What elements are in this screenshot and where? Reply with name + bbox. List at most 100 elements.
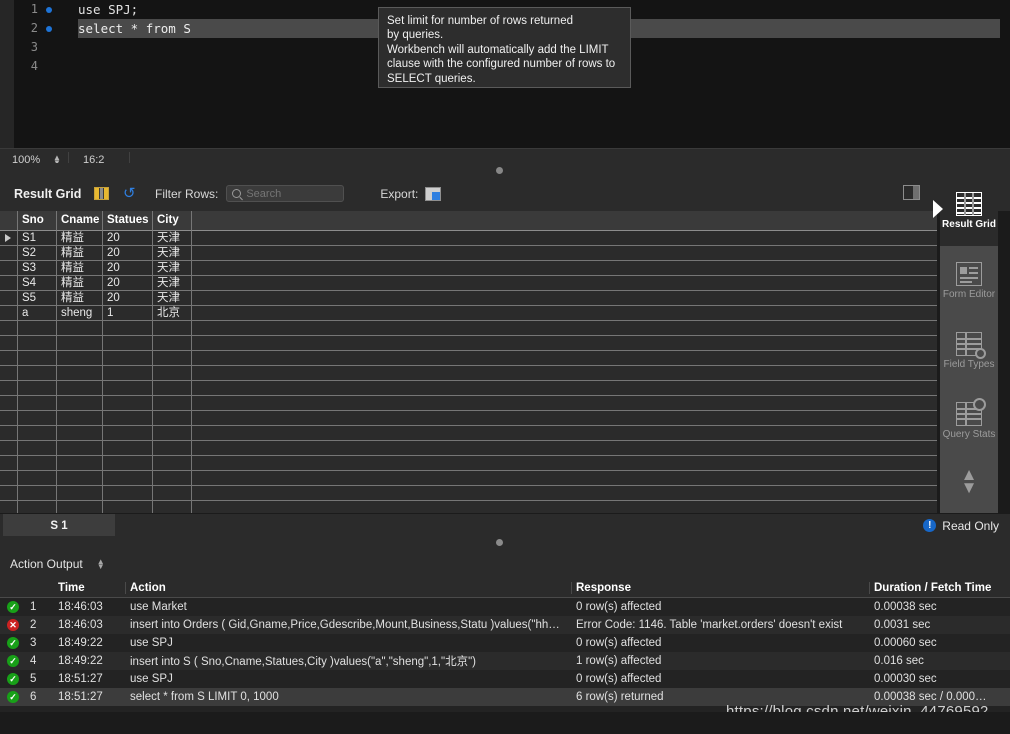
table-row-empty[interactable] xyxy=(0,501,937,513)
result-side-panel[interactable]: Result Grid Form Editor Field Types Quer… xyxy=(940,176,998,513)
cell-empty[interactable] xyxy=(153,501,192,513)
cell-city[interactable]: 天津 xyxy=(153,231,192,246)
row-marker-empty[interactable] xyxy=(0,381,18,396)
table-row-empty[interactable] xyxy=(0,471,937,486)
cell-empty[interactable] xyxy=(18,471,57,486)
export-recordset-icon[interactable] xyxy=(425,186,442,201)
cell-empty[interactable] xyxy=(18,336,57,351)
table-row[interactable]: S4 精益 20 天津 xyxy=(0,276,937,291)
filter-search-box[interactable] xyxy=(226,185,345,202)
row-marker-empty[interactable] xyxy=(0,471,18,486)
cell-empty[interactable] xyxy=(18,381,57,396)
cell-empty[interactable] xyxy=(18,411,57,426)
column-header-duration[interactable]: Duration / Fetch Time xyxy=(870,582,1010,594)
panel-toggle-icon[interactable] xyxy=(903,185,920,200)
cell-empty[interactable] xyxy=(57,456,103,471)
cell-empty[interactable] xyxy=(153,486,192,501)
cell-empty[interactable] xyxy=(57,486,103,501)
cell-empty[interactable] xyxy=(103,501,153,513)
cell-cname[interactable]: sheng xyxy=(57,306,103,321)
row-marker[interactable] xyxy=(0,276,18,291)
table-row-empty[interactable] xyxy=(0,366,937,381)
cell-empty[interactable] xyxy=(57,501,103,513)
cell-cname[interactable]: 精益 xyxy=(57,261,103,276)
action-output-row[interactable]: ✕ 2 18:46:03 insert into Orders ( Gid,Gname… xyxy=(0,616,1010,634)
column-header-cname[interactable]: Cname xyxy=(57,211,103,231)
cell-empty[interactable] xyxy=(103,336,153,351)
sql-editor[interactable]: 1 use SPJ; 2 select * from S 3 4 Set limit fo… xyxy=(0,0,1010,148)
cell-empty[interactable] xyxy=(153,441,192,456)
row-marker[interactable] xyxy=(0,306,18,321)
sidebar-item-field-types[interactable]: Field Types xyxy=(940,316,998,386)
action-output-rows[interactable]: ✓ 1 18:46:03 use Market 0 row(s) affected 0.0… xyxy=(0,598,1010,706)
cell-empty[interactable] xyxy=(57,381,103,396)
cell-sno[interactable]: S5 xyxy=(18,291,57,306)
cell-empty[interactable] xyxy=(103,426,153,441)
column-header-statues[interactable]: Statues xyxy=(103,211,153,231)
cell-empty[interactable] xyxy=(103,441,153,456)
cell-empty[interactable] xyxy=(18,351,57,366)
table-row[interactable]: S1 精益 20 天津 xyxy=(0,231,937,246)
table-row[interactable]: S2 精益 20 天津 xyxy=(0,246,937,261)
table-row-empty[interactable] xyxy=(0,351,937,366)
cell-sno[interactable]: S1 xyxy=(18,231,57,246)
cell-city[interactable]: 天津 xyxy=(153,291,192,306)
cell-cname[interactable]: 精益 xyxy=(57,276,103,291)
action-output-selector[interactable]: ▲ ▼ xyxy=(97,557,105,570)
cell-empty[interactable] xyxy=(153,411,192,426)
row-marker[interactable] xyxy=(0,246,18,261)
cell-statues[interactable]: 20 xyxy=(103,231,153,246)
editor-results-splitter[interactable] xyxy=(0,163,1010,176)
cell-empty[interactable] xyxy=(153,456,192,471)
cell-empty[interactable] xyxy=(18,456,57,471)
row-marker-empty[interactable] xyxy=(0,486,18,501)
cell-empty[interactable] xyxy=(57,441,103,456)
cell-statues[interactable]: 20 xyxy=(103,246,153,261)
cell-city[interactable]: 天津 xyxy=(153,261,192,276)
cell-empty[interactable] xyxy=(103,321,153,336)
cell-empty[interactable] xyxy=(57,366,103,381)
breakpoint-marker-icon[interactable] xyxy=(46,26,52,32)
row-marker-empty[interactable] xyxy=(0,441,18,456)
column-header-time[interactable]: Time xyxy=(54,581,126,594)
output-selector-down-icon[interactable]: ▼ xyxy=(97,562,105,570)
table-row-empty[interactable] xyxy=(0,426,937,441)
row-marker-empty[interactable] xyxy=(0,501,18,513)
table-row-empty[interactable] xyxy=(0,321,937,336)
cell-sno[interactable]: S4 xyxy=(18,276,57,291)
row-marker-empty[interactable] xyxy=(0,411,18,426)
cell-sno[interactable]: S3 xyxy=(18,261,57,276)
table-row-empty[interactable] xyxy=(0,336,937,351)
chevron-down-icon[interactable]: ▼ xyxy=(961,479,978,496)
cell-empty[interactable] xyxy=(57,396,103,411)
cell-empty[interactable] xyxy=(153,321,192,336)
cell-empty[interactable] xyxy=(18,486,57,501)
action-output-row[interactable]: ✓ 1 18:46:03 use Market 0 row(s) affected 0.0… xyxy=(0,598,1010,616)
cell-empty[interactable] xyxy=(57,336,103,351)
cell-empty[interactable] xyxy=(103,456,153,471)
row-marker[interactable] xyxy=(0,261,18,276)
row-marker-empty[interactable] xyxy=(0,426,18,441)
cell-empty[interactable] xyxy=(153,366,192,381)
tab-s1[interactable]: S 1 xyxy=(3,514,115,537)
cell-empty[interactable] xyxy=(103,486,153,501)
cell-empty[interactable] xyxy=(103,411,153,426)
action-output-table[interactable]: Time Action Response Duration / Fetch Ti… xyxy=(0,578,1010,712)
sidebar-item-form-editor[interactable]: Form Editor xyxy=(940,246,998,316)
cell-cname[interactable]: 精益 xyxy=(57,291,103,306)
cell-empty[interactable] xyxy=(153,471,192,486)
cell-statues[interactable]: 20 xyxy=(103,291,153,306)
refresh-icon[interactable]: ↺ xyxy=(123,186,139,201)
cell-city[interactable]: 天津 xyxy=(153,276,192,291)
table-row[interactable]: S3 精益 20 天津 xyxy=(0,261,937,276)
splitter-handle-icon[interactable] xyxy=(496,167,503,174)
row-marker[interactable] xyxy=(0,291,18,306)
row-marker-empty[interactable] xyxy=(0,396,18,411)
cell-empty[interactable] xyxy=(153,351,192,366)
cell-empty[interactable] xyxy=(57,351,103,366)
table-row-empty[interactable] xyxy=(0,486,937,501)
table-row-empty[interactable] xyxy=(0,411,937,426)
cell-cname[interactable]: 精益 xyxy=(57,231,103,246)
column-header-sno[interactable]: Sno xyxy=(18,211,57,231)
sidebar-item-result-grid[interactable]: Result Grid xyxy=(940,176,998,246)
